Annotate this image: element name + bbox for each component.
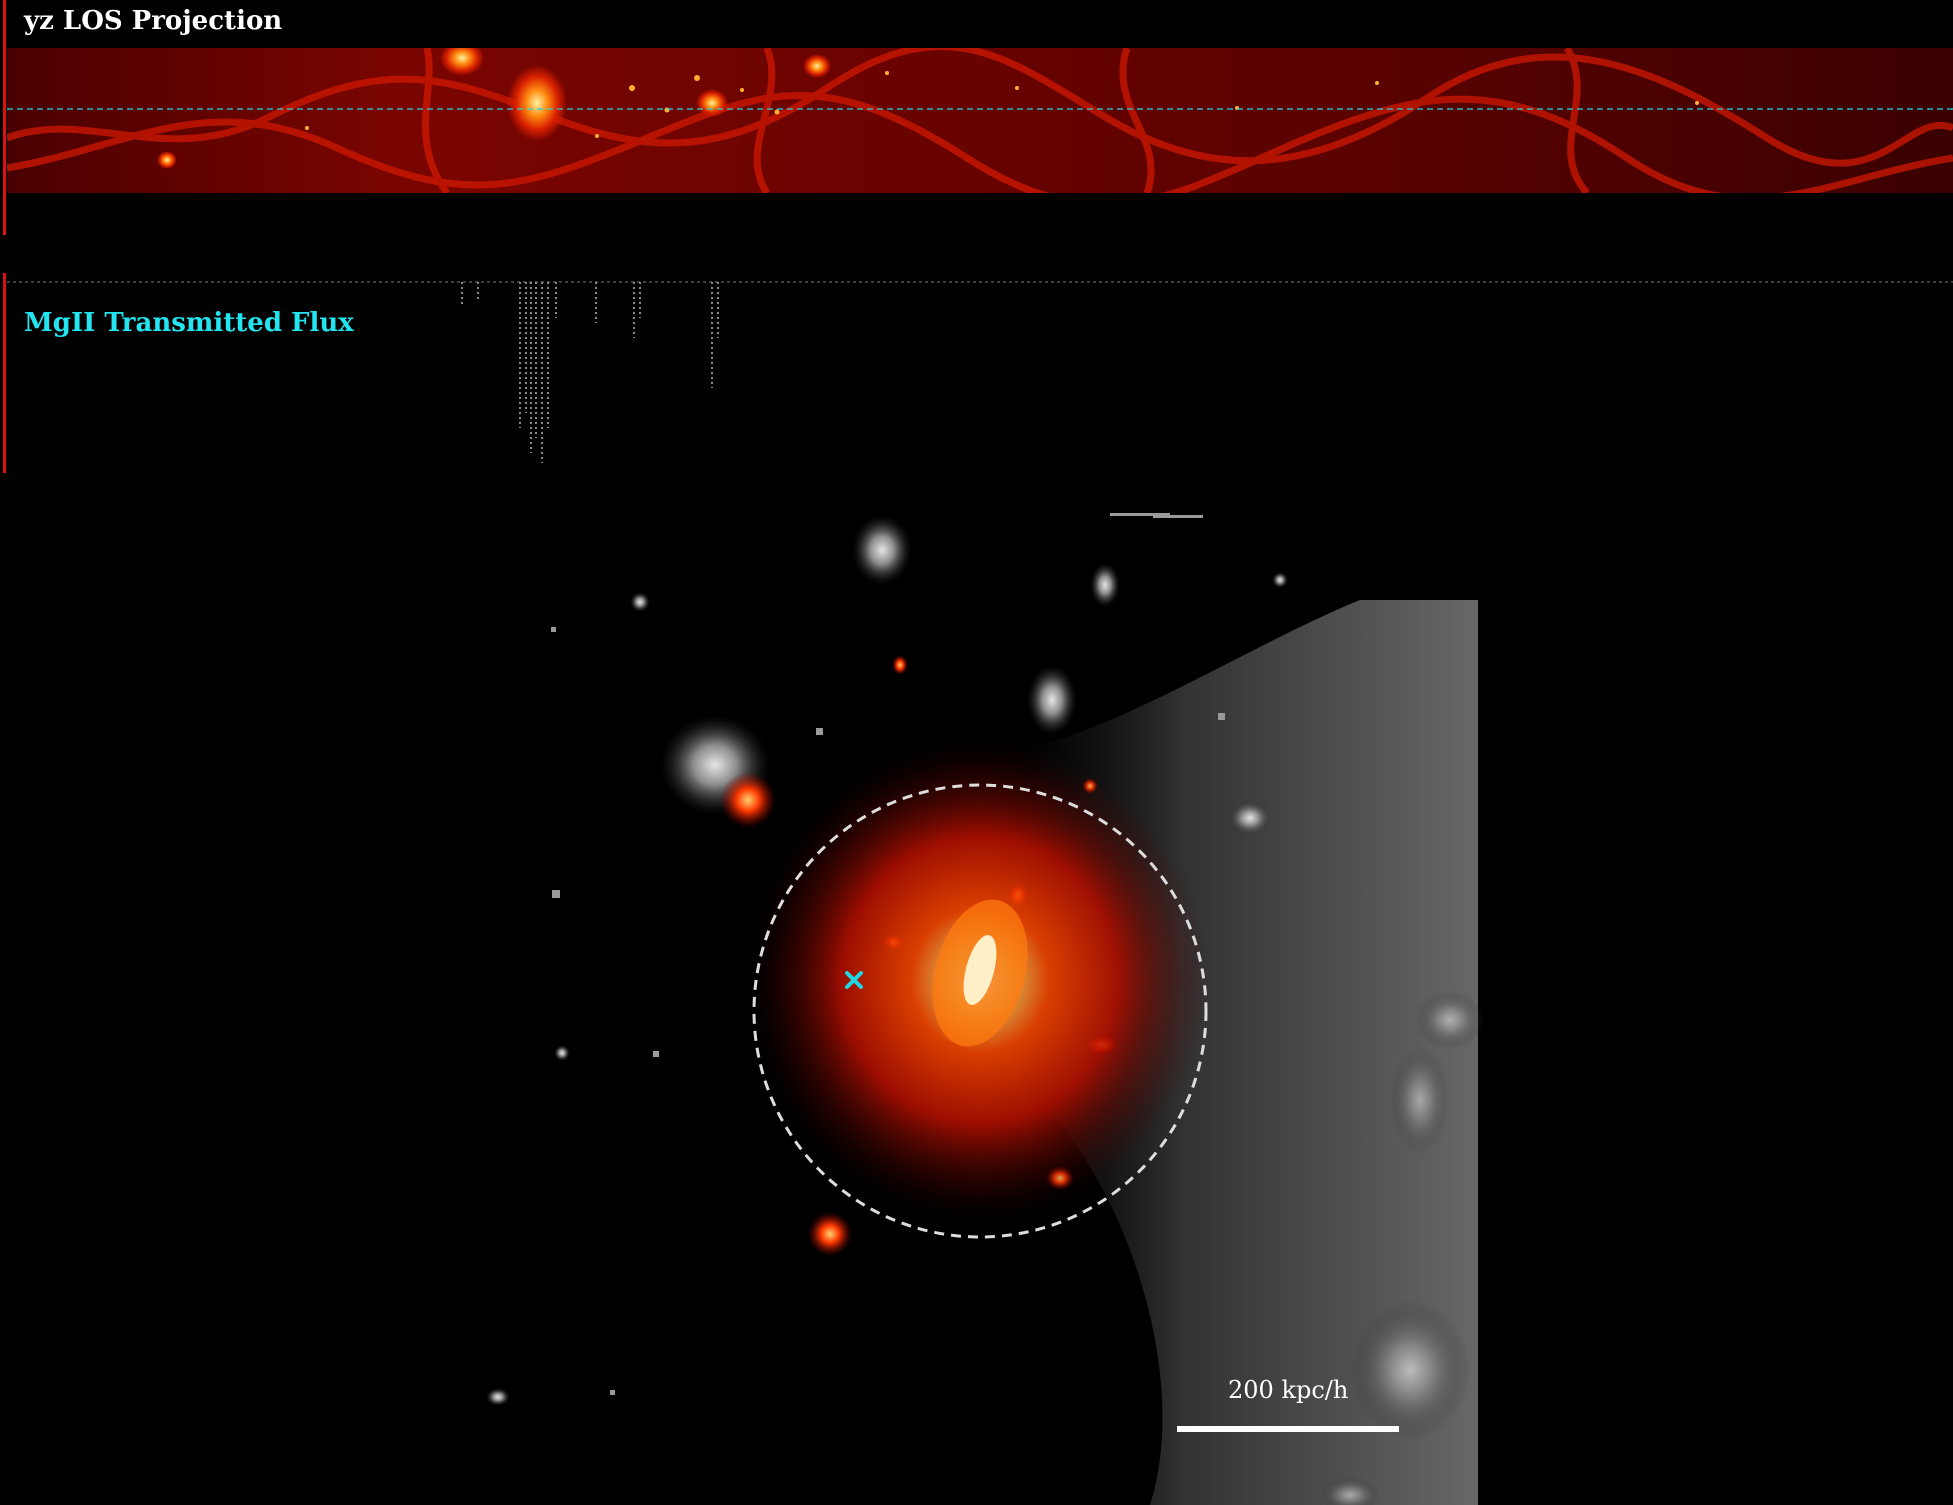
scale-bar-label: 200 kpc/h — [1228, 1376, 1349, 1404]
absorption-lines — [461, 282, 719, 463]
projection-image — [7, 48, 1953, 193]
flux-spectrum — [7, 281, 1953, 463]
halo-zoom-image — [486, 513, 1485, 1505]
projection-title: yz LOS Projection — [24, 6, 283, 36]
projection-panel-edge — [3, 0, 6, 235]
scale-bar — [1177, 1426, 1399, 1432]
